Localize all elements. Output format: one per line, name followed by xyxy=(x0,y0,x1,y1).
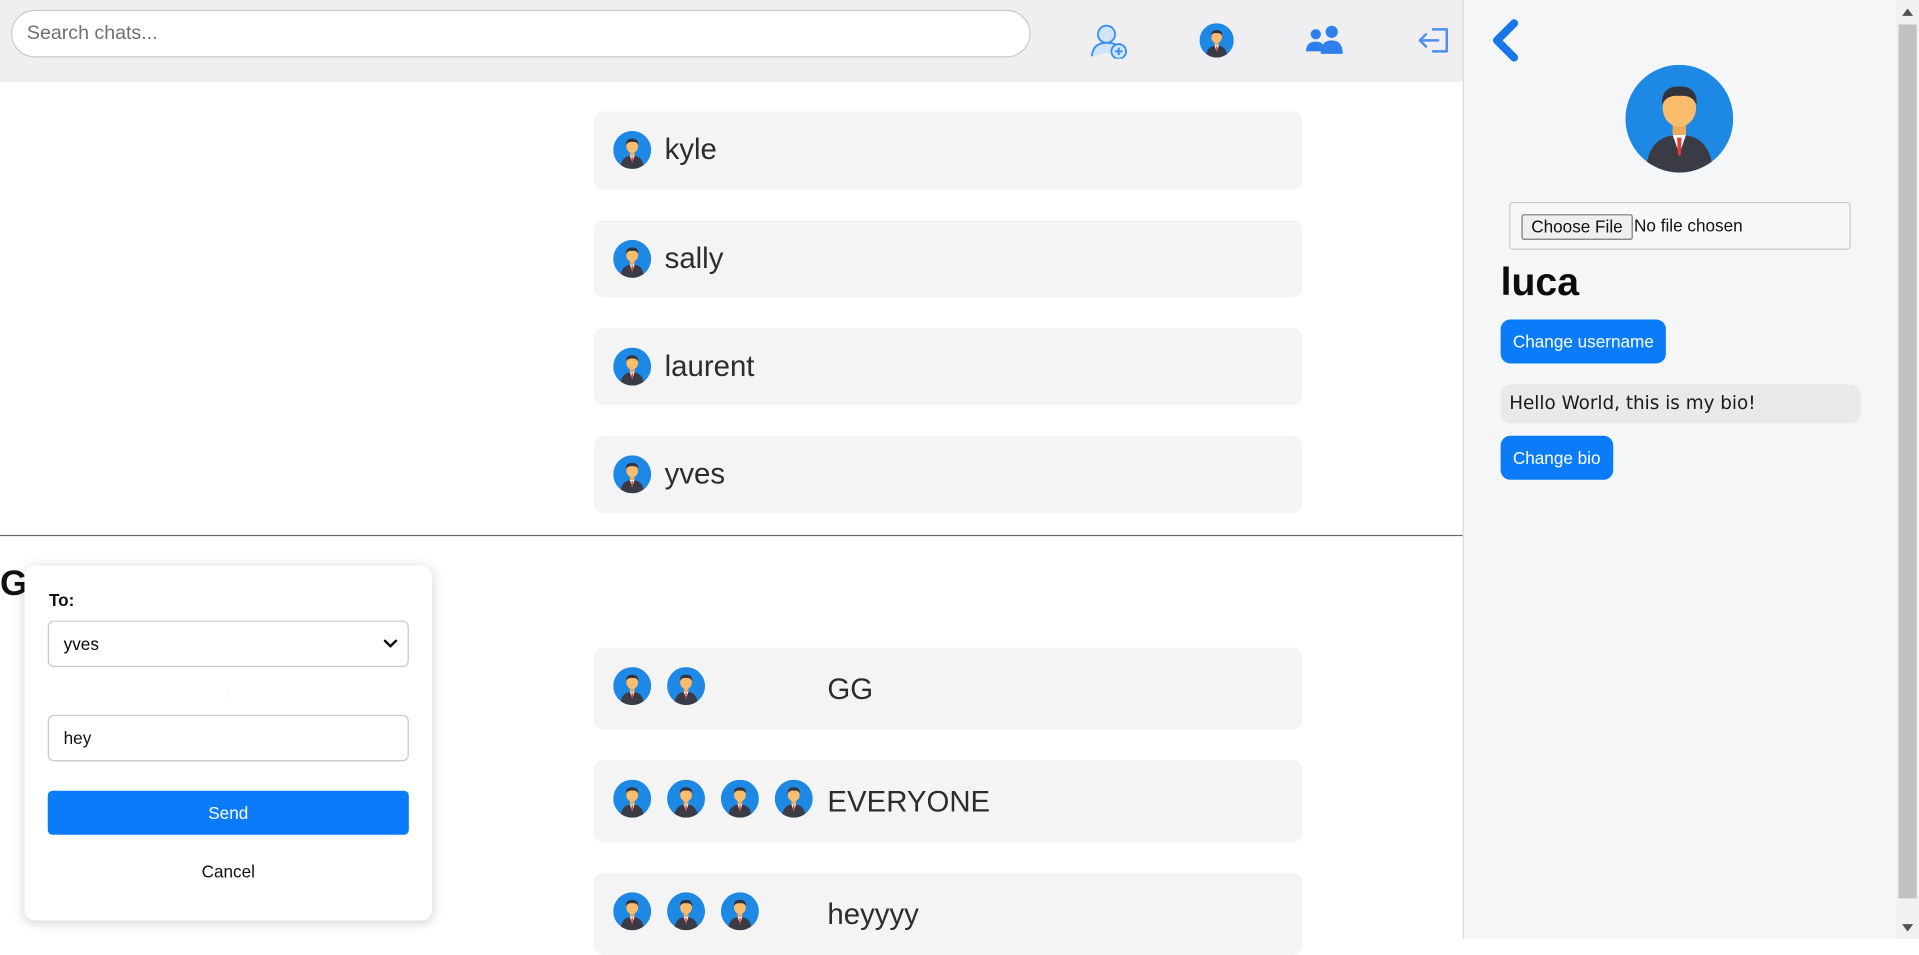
scrollbar[interactable] xyxy=(1895,0,1919,939)
profile-button[interactable] xyxy=(1197,21,1236,60)
add-user-icon xyxy=(1090,24,1127,59)
section-divider xyxy=(0,534,1463,537)
group-item-gg[interactable]: GG xyxy=(593,647,1303,730)
group-name: EVERYONE xyxy=(827,785,991,819)
logout-button[interactable] xyxy=(1414,21,1453,60)
group-item-everyone[interactable]: EVERYONE xyxy=(593,760,1303,843)
groups-heading: G xyxy=(0,564,28,604)
group-icon xyxy=(1306,25,1343,54)
avatar-icon xyxy=(774,779,813,818)
chevron-down-icon xyxy=(383,639,398,648)
chat-name: yves xyxy=(664,457,726,491)
avatar-icon xyxy=(613,347,652,386)
avatar-file-input: Choose File No file chosen xyxy=(1509,201,1851,250)
avatar-icon xyxy=(613,667,652,706)
chat-item-kyle[interactable]: kyle xyxy=(593,111,1303,190)
avatar-icon xyxy=(613,239,652,278)
avatar-icon xyxy=(613,892,652,931)
cancel-button[interactable]: Cancel xyxy=(48,862,409,882)
chat-item-sally[interactable]: sally xyxy=(593,220,1303,298)
group-item-heyyyy[interactable]: heyyyy xyxy=(593,872,1303,955)
change-username-button[interactable]: Change username xyxy=(1500,319,1667,364)
avatar-icon xyxy=(720,892,759,931)
to-label: To: xyxy=(48,589,75,610)
search-input[interactable] xyxy=(11,9,1031,58)
chat-item-laurent[interactable]: laurent xyxy=(593,328,1303,406)
chat-name: kyle xyxy=(664,133,717,167)
avatar-icon xyxy=(613,779,652,818)
logout-icon xyxy=(1418,28,1448,53)
bio-text: Hello World, this is my bio! xyxy=(1500,384,1861,424)
avatar-icon xyxy=(613,130,652,169)
chat-name: sally xyxy=(664,242,724,276)
new-message-dialog: To: yves Send Cancel xyxy=(24,565,433,921)
scroll-down-icon[interactable] xyxy=(1901,922,1914,934)
avatar-icon xyxy=(667,892,706,931)
group-name: GG xyxy=(827,673,874,707)
send-button[interactable]: Send xyxy=(47,790,409,835)
username-heading: luca xyxy=(1500,259,1579,304)
groups-button[interactable] xyxy=(1305,21,1344,60)
avatar-icon xyxy=(720,779,759,818)
profile-avatar-icon xyxy=(1199,23,1234,58)
choose-file-button[interactable]: Choose File xyxy=(1521,214,1633,240)
top-bar xyxy=(0,0,1463,83)
chat-item-yves[interactable]: yves xyxy=(593,435,1303,513)
group-name: heyyyy xyxy=(827,898,919,932)
add-user-button[interactable] xyxy=(1089,21,1128,60)
change-bio-button[interactable]: Change bio xyxy=(1500,435,1613,480)
recipient-select[interactable]: yves xyxy=(47,620,409,668)
back-arrow-icon[interactable] xyxy=(1486,17,1523,64)
profile-avatar xyxy=(1625,64,1734,173)
avatar-icon xyxy=(667,779,706,818)
avatar-icon xyxy=(613,455,652,494)
file-status: No file chosen xyxy=(1634,215,1743,236)
scroll-up-icon[interactable] xyxy=(1901,6,1914,18)
profile-panel: Choose File No file chosen luca Change u… xyxy=(1462,0,1896,939)
message-input[interactable] xyxy=(47,714,409,762)
chat-name: laurent xyxy=(664,350,755,384)
recipient-value: yves xyxy=(63,634,99,654)
separator-dot xyxy=(227,695,229,697)
avatar-icon xyxy=(667,667,706,706)
scrollbar-thumb[interactable] xyxy=(1898,24,1917,899)
